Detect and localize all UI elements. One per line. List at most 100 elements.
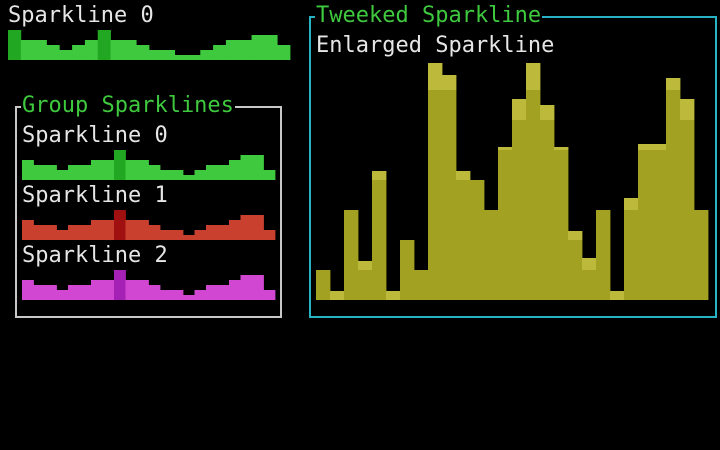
group-sparkline-0-bar-20 <box>252 155 264 180</box>
group-sparkline-0-bar-18 <box>229 160 241 180</box>
group-sparkline-0-bar-11 <box>148 165 161 180</box>
enlarged-bar-top-10 <box>456 171 471 180</box>
group-sparkline-0-bar-15 <box>194 170 207 180</box>
enlarged-bar-16 <box>540 120 555 300</box>
sparkline-0-bar-16 <box>213 45 227 60</box>
group-sparkline-2-bar-0 <box>22 280 34 300</box>
enlarged-bar-top-13 <box>498 147 513 150</box>
group-sparkline-1-bar-16 <box>206 225 218 240</box>
sparkline-0-bar-21 <box>277 45 291 60</box>
group-sparkline-2-bar-10 <box>137 280 149 300</box>
sparkline-0-bar-3 <box>46 45 60 60</box>
enlarged-bar-top-4 <box>372 171 387 180</box>
enlarged-bar-23 <box>638 150 653 300</box>
group-sparkline-1-bar-11 <box>148 225 161 240</box>
sparkline-0-bar-17 <box>225 40 240 60</box>
group-sparkline-0-bar-21 <box>263 170 276 180</box>
enlarged-bar-top-9 <box>442 75 457 90</box>
group-sparkline-1-bar-8 <box>114 210 126 240</box>
group-sparkline-2-bar-5 <box>79 285 92 300</box>
enlarged-bar-17 <box>554 150 569 300</box>
enlarged-bar-24 <box>652 150 667 300</box>
enlarged-bar-25 <box>666 90 681 300</box>
enlarged-sparkline-chart <box>316 63 709 300</box>
group-sparkline-1-bar-5 <box>79 225 92 240</box>
enlarged-bar-2 <box>344 210 359 300</box>
enlarged-bar-top-5 <box>386 291 401 300</box>
group-sparkline-0-bar-5 <box>79 165 92 180</box>
enlarged-bar-top-17 <box>554 147 569 150</box>
group-sparkline-0-bar-8 <box>114 150 126 180</box>
sparkline-0-bar-8 <box>110 40 124 60</box>
enlarged-bar-7 <box>414 270 429 300</box>
enlarged-bar-27 <box>694 210 709 300</box>
group-sparkline-2-bar-21 <box>263 290 276 300</box>
enlarged-bar-9 <box>442 90 457 300</box>
group-sparkline-1-bar-3 <box>56 230 69 240</box>
enlarged-bar-top-3 <box>358 261 373 270</box>
group-sparkline-0-bar-17 <box>217 165 230 180</box>
group-sparkline-1-bar-4 <box>68 225 80 240</box>
group-sparkline-0-chart <box>22 150 276 180</box>
sparkline-0-bar-20 <box>264 35 278 60</box>
enlarged-bar-11 <box>470 180 485 300</box>
enlarged-bar-19 <box>582 270 597 300</box>
enlarged-bar-top-21 <box>610 291 625 300</box>
group-sparkline-2-bar-12 <box>160 290 172 300</box>
group-sparkline-0-bar-10 <box>137 160 149 180</box>
enlarged-sparkline-subtitle: Enlarged Sparkline <box>316 33 555 58</box>
group-sparkline-2-bar-13 <box>171 290 184 300</box>
sparkline-0-bar-19 <box>251 35 265 60</box>
group-sparkline-2-bar-17 <box>217 285 230 300</box>
enlarged-bar-22 <box>624 210 639 300</box>
enlarged-bar-top-1 <box>330 291 345 300</box>
group-sparkline-1-bar-13 <box>171 230 184 240</box>
enlarged-bar-top-14 <box>512 99 527 120</box>
sparkline-0-bar-7 <box>97 30 111 60</box>
group-sparkline-2-bar-14 <box>183 295 195 300</box>
sparkline-0-bar-6 <box>84 40 99 60</box>
enlarged-bar-12 <box>484 210 499 300</box>
group-sparkline-0-bar-6 <box>91 160 103 180</box>
group-sparkline-1-chart <box>22 210 276 240</box>
enlarged-bar-top-8 <box>428 63 443 90</box>
group-sparkline-1-bar-7 <box>102 220 115 240</box>
group-sparkline-0-bar-13 <box>171 170 184 180</box>
enlarged-bar-3 <box>358 270 373 300</box>
group-sparkline-2-bar-20 <box>252 275 264 300</box>
group-sparkline-0-bar-1 <box>33 165 46 180</box>
group-sparkline-2-chart <box>22 270 276 300</box>
group-sparkline-1-label: Sparkline 1 <box>22 183 168 208</box>
group-sparkline-2-bar-3 <box>56 290 69 300</box>
group-sparkline-2-bar-15 <box>194 290 207 300</box>
enlarged-bar-4 <box>372 180 387 300</box>
group-sparkline-2-bar-4 <box>68 285 80 300</box>
sparkline-0-bar-10 <box>136 45 150 60</box>
group-sparkline-0-bar-19 <box>240 155 253 180</box>
group-sparkline-2-bar-19 <box>240 275 253 300</box>
group-sparkline-1-bar-20 <box>252 215 264 240</box>
group-sparklines-title: Group Sparklines <box>21 91 235 121</box>
enlarged-bar-top-16 <box>540 105 555 120</box>
group-sparkline-2-label: Sparkline 2 <box>22 243 168 268</box>
group-sparkline-1-bar-2 <box>45 225 57 240</box>
group-sparkline-0-bar-7 <box>102 160 115 180</box>
group-sparkline-1-bar-19 <box>240 215 253 240</box>
enlarged-bar-20 <box>596 210 611 300</box>
sparkline-0-bar-15 <box>200 50 214 60</box>
group-sparkline-1-bar-21 <box>263 230 276 240</box>
sparkline-0-bar-9 <box>123 40 137 60</box>
group-sparkline-0-bar-12 <box>160 170 172 180</box>
sparkline-0-bar-18 <box>238 40 252 60</box>
group-sparkline-2-bar-1 <box>33 285 46 300</box>
enlarged-bar-8 <box>428 90 443 300</box>
group-sparkline-2-bar-18 <box>229 280 241 300</box>
enlarged-bar-top-19 <box>582 258 597 270</box>
group-sparkline-0-bar-0 <box>22 160 34 180</box>
sparkline-0-bar-2 <box>33 40 47 60</box>
group-sparkline-0-label: Sparkline 0 <box>22 123 168 148</box>
group-sparkline-2-bar-6 <box>91 280 103 300</box>
sparkline-0-bar-13 <box>174 55 188 60</box>
group-sparkline-2-bar-11 <box>148 285 161 300</box>
enlarged-bar-13 <box>498 150 513 300</box>
